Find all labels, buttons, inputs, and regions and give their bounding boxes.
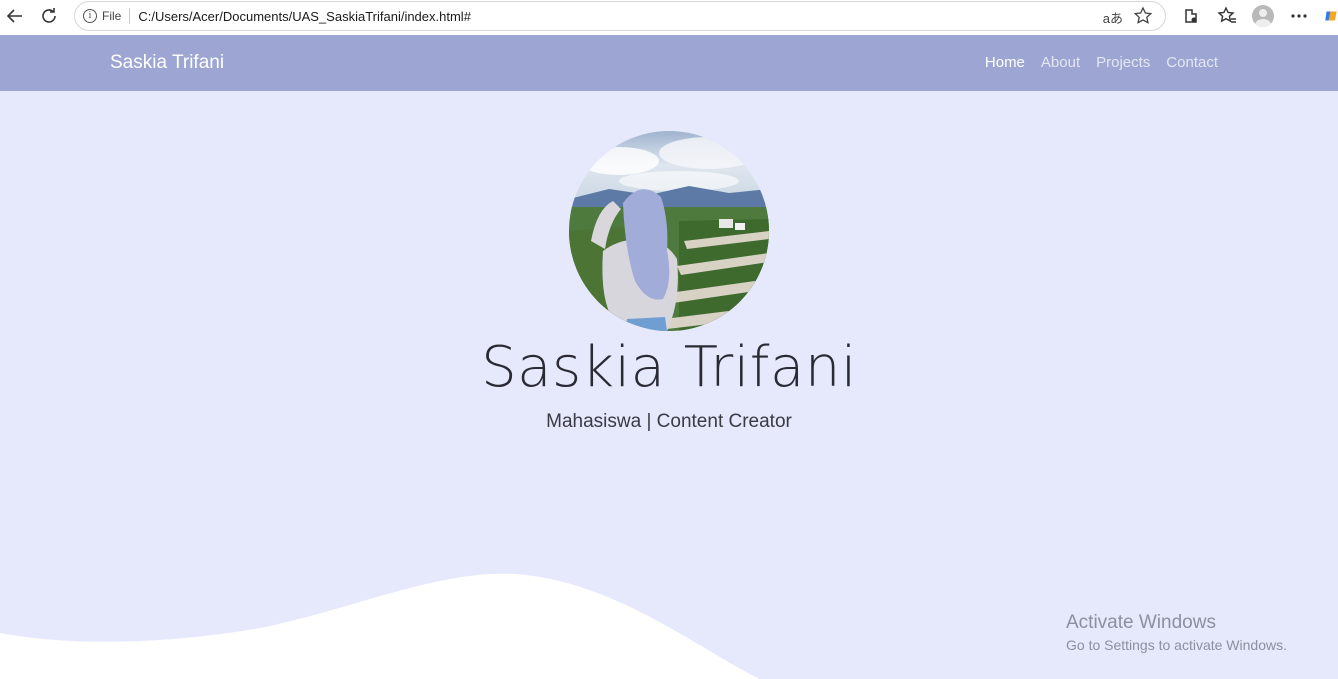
- address-bar[interactable]: i File C:/Users/Acer/Documents/UAS_Saski…: [74, 1, 1166, 31]
- favorite-star-icon[interactable]: [1133, 6, 1153, 30]
- reload-icon[interactable]: [36, 4, 62, 28]
- hero-section: Saskia Trifani Mahasiswa | Content Creat…: [0, 91, 1338, 679]
- browser-toolbar: i File C:/Users/Acer/Documents/UAS_Saski…: [0, 0, 1338, 35]
- more-options-icon[interactable]: [1287, 5, 1311, 27]
- watermark-title: Activate Windows: [1066, 612, 1216, 633]
- site-navbar: Saskia Trifani Home About Projects Conta…: [0, 35, 1338, 91]
- extensions-icon[interactable]: [1179, 5, 1203, 27]
- profile-avatar[interactable]: [1251, 5, 1275, 27]
- nav-link-home[interactable]: Home: [985, 54, 1025, 71]
- nav-link-contact[interactable]: Contact: [1166, 54, 1218, 71]
- favorites-icon[interactable]: [1215, 5, 1239, 27]
- read-aloud-icon[interactable]: aあ: [1103, 8, 1123, 27]
- url-text[interactable]: C:/Users/Acer/Documents/UAS_SaskiaTrifan…: [138, 9, 471, 24]
- address-divider: [129, 8, 131, 24]
- file-label: File: [102, 9, 122, 23]
- nav-link-about[interactable]: About: [1041, 54, 1080, 71]
- profile-photo: [569, 131, 769, 331]
- hero-subtitle: Mahasiswa | Content Creator: [546, 411, 792, 432]
- info-icon[interactable]: i: [83, 9, 97, 23]
- watermark-subtitle: Go to Settings to activate Windows.: [1066, 637, 1287, 653]
- nav-links: Home About Projects Contact: [985, 54, 1218, 71]
- copilot-icon[interactable]: [1324, 5, 1338, 27]
- hero-name: Saskia Trifani: [481, 335, 857, 400]
- brand-logo[interactable]: Saskia Trifani: [110, 52, 224, 74]
- nav-link-projects[interactable]: Projects: [1096, 54, 1150, 71]
- activate-windows-watermark: Activate Windows Go to Settings to activ…: [1066, 612, 1287, 653]
- back-arrow-icon[interactable]: [2, 4, 28, 28]
